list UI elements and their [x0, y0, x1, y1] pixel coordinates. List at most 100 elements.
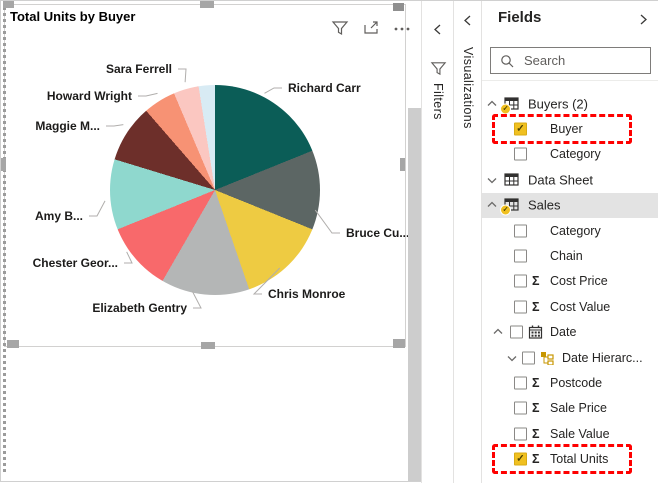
table-icon-wrap: [504, 172, 521, 187]
visual-title: Total Units by Buyer: [10, 9, 136, 24]
field-label: Data Sheet: [528, 172, 594, 188]
field-label: Category: [550, 223, 601, 238]
visual-header-toolbar: [331, 19, 411, 37]
field-label: Cost Price: [550, 274, 608, 289]
chevron-up-icon[interactable]: [486, 98, 498, 110]
table-selected-badge: ✓: [500, 103, 511, 115]
field-label: Total Units: [550, 452, 609, 467]
resize-handle-bottom-mid[interactable]: [201, 342, 215, 349]
filters-pane-label: Filters: [431, 83, 445, 120]
field-checkbox-chain[interactable]: [514, 249, 527, 263]
field-row-postcode[interactable]: Σ Postcode: [482, 370, 658, 395]
field-label: Sales: [528, 197, 561, 213]
sigma-icon: Σ: [532, 401, 540, 416]
field-checkbox-total-units[interactable]: ✓: [514, 452, 527, 466]
fields-pane: Fields ✓Buyers (2)✓BuyerCategoryData She…: [481, 1, 658, 483]
chevron-up-icon[interactable]: [486, 199, 498, 211]
field-row-category[interactable]: Category: [482, 142, 658, 167]
chevron-right-icon[interactable]: [637, 13, 649, 26]
canvas-left-guide: [3, 1, 6, 472]
date-hierarchy-icon: [541, 351, 554, 365]
pie-chart-visual[interactable]: Total Units by Buyer: [4, 4, 410, 347]
filter-icon[interactable]: [331, 19, 349, 37]
table-icon-wrap: ✓: [500, 96, 521, 115]
funnel-icon: [430, 62, 447, 76]
sigma-icon: Σ: [532, 426, 540, 441]
pie-chart[interactable]: [110, 85, 320, 295]
calendar-icon: [528, 325, 543, 339]
field-row-sale-price[interactable]: Σ Sale Price: [482, 396, 658, 421]
field-checkbox-buyer[interactable]: ✓: [514, 122, 527, 136]
field-row-cost-value[interactable]: Σ Cost Value: [482, 294, 658, 319]
search-input[interactable]: [522, 52, 636, 69]
field-label: Date Hierarc...: [562, 350, 643, 365]
search-box[interactable]: [490, 47, 651, 74]
sigma-icon: Σ: [532, 452, 540, 467]
resize-handle-top-right[interactable]: [393, 3, 404, 11]
table-selected-badge: ✓: [500, 204, 511, 216]
chevron-down-icon[interactable]: [506, 352, 518, 364]
chevron-up-icon[interactable]: [492, 326, 504, 338]
fields-pane-title: Fields: [498, 9, 542, 26]
report-canvas: Total Units by Buyer Richard Carr Bruce C…: [1, 1, 421, 481]
field-label: Buyer: [550, 122, 583, 137]
sigma-icon: Σ: [532, 274, 540, 289]
field-checkbox-cost-price[interactable]: [514, 274, 527, 288]
field-label: Buyers (2): [528, 96, 588, 112]
field-row-date[interactable]: Date: [482, 320, 658, 345]
more-options-icon[interactable]: [393, 19, 411, 37]
field-row-buyer[interactable]: ✓ Buyer: [482, 114, 658, 145]
pie-slice-label-chris-monroe: Chris Monroe: [268, 287, 346, 301]
pie-slice-label-bruce-cu: Bruce Cu...: [346, 226, 410, 240]
field-checkbox-postcode[interactable]: [514, 376, 527, 390]
field-label: Sale Value: [550, 426, 610, 441]
field-row-data-sheet[interactable]: Data Sheet: [482, 167, 658, 192]
chevron-left-icon[interactable]: [432, 23, 444, 36]
visualizations-pane-collapsed[interactable]: Visualizations: [453, 1, 482, 483]
chevron-down-icon[interactable]: [486, 174, 498, 186]
visualizations-pane-label: Visualizations: [461, 47, 475, 129]
powerbi-workspace: { "chart_data": { "type": "pie", "title"…: [0, 0, 658, 483]
resize-handle-bottom-right[interactable]: [393, 339, 405, 348]
resize-handle-top-mid[interactable]: [200, 1, 214, 8]
field-row-sales[interactable]: ✓ Sales: [482, 192, 658, 218]
fields-separator: [482, 80, 658, 81]
resize-handle-mid-right[interactable]: [400, 158, 405, 171]
field-checkbox-date-hierarc[interactable]: [522, 351, 535, 365]
sigma-icon: Σ: [532, 299, 540, 314]
field-row-buyers-2[interactable]: ✓ Buyers (2): [482, 91, 658, 116]
field-row-cost-price[interactable]: Σ Cost Price: [482, 269, 658, 294]
field-row-date-hierarc[interactable]: Date Hierarc...: [482, 345, 658, 370]
field-checkbox-category[interactable]: [514, 224, 527, 238]
pie-slice-label-chester-geor: Chester Geor...: [32, 256, 118, 270]
field-checkbox-category[interactable]: [514, 147, 527, 161]
pie-slice-label-howard-wright: Howard Wright: [46, 89, 132, 103]
field-label: Category: [550, 147, 601, 162]
field-row-category[interactable]: Category: [482, 218, 658, 243]
field-label: Postcode: [550, 375, 603, 390]
pie-slice-label-elizabeth-gentry: Elizabeth Gentry: [92, 301, 187, 315]
pie-slice-label-amy-b: Amy B...: [34, 209, 83, 223]
filters-pane-collapsed[interactable]: Filters: [421, 1, 454, 483]
pie-slice-label-richard-carr: Richard Carr: [288, 81, 361, 95]
field-row-sale-value[interactable]: Σ Sale Value: [482, 421, 658, 446]
canvas-vertical-scrollbar[interactable]: [408, 108, 421, 481]
field-checkbox-date[interactable]: [510, 325, 523, 339]
pie-slice-label-sara-ferrell: Sara Ferrell: [105, 62, 172, 76]
resize-handle-mid-left[interactable]: [1, 158, 6, 171]
resize-handle-bottom-left[interactable]: [7, 340, 19, 348]
field-checkbox-sale-price[interactable]: [514, 401, 527, 415]
table-icon-wrap: ✓: [500, 198, 521, 216]
pie-slice-label-maggie-m: Maggie M...: [35, 119, 100, 133]
field-checkbox-sale-value[interactable]: [514, 427, 527, 441]
focus-mode-icon[interactable]: [362, 19, 380, 37]
field-row-chain[interactable]: Chain: [482, 243, 658, 268]
field-row-total-units[interactable]: ✓ Σ Total Units: [482, 444, 658, 475]
search-icon: [501, 54, 514, 67]
resize-handle-top-left[interactable]: [3, 1, 14, 8]
chevron-left-icon[interactable]: [462, 14, 474, 27]
field-label: Date: [550, 325, 577, 340]
field-label: Chain: [550, 249, 583, 264]
field-checkbox-cost-value[interactable]: [514, 300, 527, 314]
table-icon: [504, 173, 519, 186]
